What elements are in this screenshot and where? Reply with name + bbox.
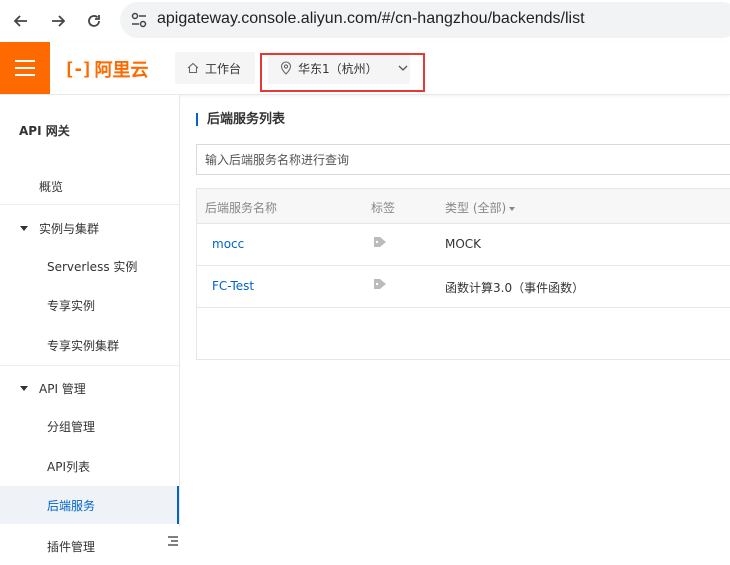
sidebar-item-label: 概览 <box>39 179 64 194</box>
url-text: apigateway.console.aliyun.com/#/cn-hangz… <box>157 10 585 27</box>
sidebar-item-label: Serverless 实例 <box>47 259 138 274</box>
sidebar-item-label: 插件管理 <box>47 539 96 554</box>
sidebar-item-label: 分组管理 <box>47 419 96 434</box>
sidebar-collapse-icon[interactable] <box>166 526 180 555</box>
sidebar-item-groups[interactable]: 分组管理 <box>0 407 179 445</box>
sidebar-item-dedicated-cluster[interactable]: 专享实例集群 <box>0 326 179 364</box>
sidebar-group-label: 实例与集群 <box>39 221 100 236</box>
browser-toolbar: apigateway.console.aliyun.com/#/cn-hangz… <box>0 0 730 43</box>
sidebar-item-label: API列表 <box>47 459 90 474</box>
column-header-tags: 标签 <box>371 201 396 215</box>
table-row: FC-Test 函数计算3.0（事件函数） <box>197 265 730 308</box>
sidebar-item-label: 专享实例集群 <box>47 338 120 353</box>
home-icon <box>187 62 199 74</box>
sidebar-group-api[interactable]: API 管理 <box>0 369 179 407</box>
page-title: 后端服务列表 <box>196 113 285 126</box>
table-row: mocc MOCK <box>197 223 730 266</box>
sidebar-divider <box>0 204 179 205</box>
sidebar-group-label: API 管理 <box>39 381 86 396</box>
workbench-button[interactable]: 工作台 <box>175 52 255 84</box>
table-header: 后端服务名称 标签 类型 (全部) <box>197 189 730 224</box>
column-header-name: 后端服务名称 <box>205 201 278 215</box>
caret-down-icon <box>20 385 28 391</box>
chevron-down-icon <box>398 65 408 71</box>
console-header: [-] 阿里云 工作台 华东1（杭州） <box>0 42 730 95</box>
sidebar-item-api-list[interactable]: API列表 <box>0 447 179 485</box>
hamburger-menu-icon[interactable] <box>0 42 50 94</box>
backend-name-link[interactable]: mocc <box>212 237 244 251</box>
search-placeholder: 输入后端服务名称进行查询 <box>205 153 350 167</box>
workbench-label: 工作台 <box>205 61 242 76</box>
location-pin-icon <box>280 61 292 75</box>
sidebar-item-plugins[interactable]: 插件管理 <box>0 527 179 565</box>
backend-type: 函数计算3.0（事件函数） <box>445 281 585 295</box>
column-header-type-label: 类型 (全部) <box>445 201 507 215</box>
tag-icon[interactable] <box>373 236 387 248</box>
aliyun-logo-icon: [-] <box>64 58 92 80</box>
region-selector[interactable]: 华东1（杭州） <box>268 52 410 84</box>
region-label: 华东1（杭州） <box>298 61 378 76</box>
sidebar-item-dedicated[interactable]: 专享实例 <box>0 286 179 324</box>
sidebar: API 网关 概览 实例与集群 Serverless 实例 专享实例 专享实例集… <box>0 95 180 555</box>
filter-caret-icon <box>509 206 516 211</box>
sidebar-item-label: 专享实例 <box>47 298 96 313</box>
backend-name-link[interactable]: FC-Test <box>212 279 254 293</box>
main-content: 后端服务列表 输入后端服务名称进行查询 后端服务名称 标签 类型 (全部) mo… <box>180 95 730 555</box>
aliyun-logo[interactable]: [-] 阿里云 <box>64 58 149 82</box>
address-bar[interactable]: apigateway.console.aliyun.com/#/cn-hangz… <box>120 2 730 38</box>
caret-down-icon <box>20 225 28 231</box>
forward-icon[interactable] <box>45 8 71 34</box>
sidebar-item-overview[interactable]: 概览 <box>0 167 179 205</box>
tag-icon[interactable] <box>373 278 387 290</box>
logo-text: 阿里云 <box>94 60 149 81</box>
sidebar-item-serverless[interactable]: Serverless 实例 <box>0 247 179 285</box>
site-settings-icon[interactable] <box>130 11 148 29</box>
sidebar-divider <box>0 365 179 366</box>
reload-icon[interactable] <box>81 8 107 34</box>
backend-table: 后端服务名称 标签 类型 (全部) mocc MOCK FC-Test 函数计算… <box>196 188 730 360</box>
backend-type: MOCK <box>445 237 482 251</box>
sidebar-title: API 网关 <box>19 124 70 138</box>
back-icon[interactable] <box>8 8 34 34</box>
sidebar-item-label: 后端服务 <box>47 498 96 513</box>
sidebar-group-instances[interactable]: 实例与集群 <box>0 209 179 247</box>
search-input[interactable]: 输入后端服务名称进行查询 <box>196 144 730 175</box>
column-header-type[interactable]: 类型 (全部) <box>445 199 516 216</box>
sidebar-item-backend-services[interactable]: 后端服务 <box>0 486 179 524</box>
